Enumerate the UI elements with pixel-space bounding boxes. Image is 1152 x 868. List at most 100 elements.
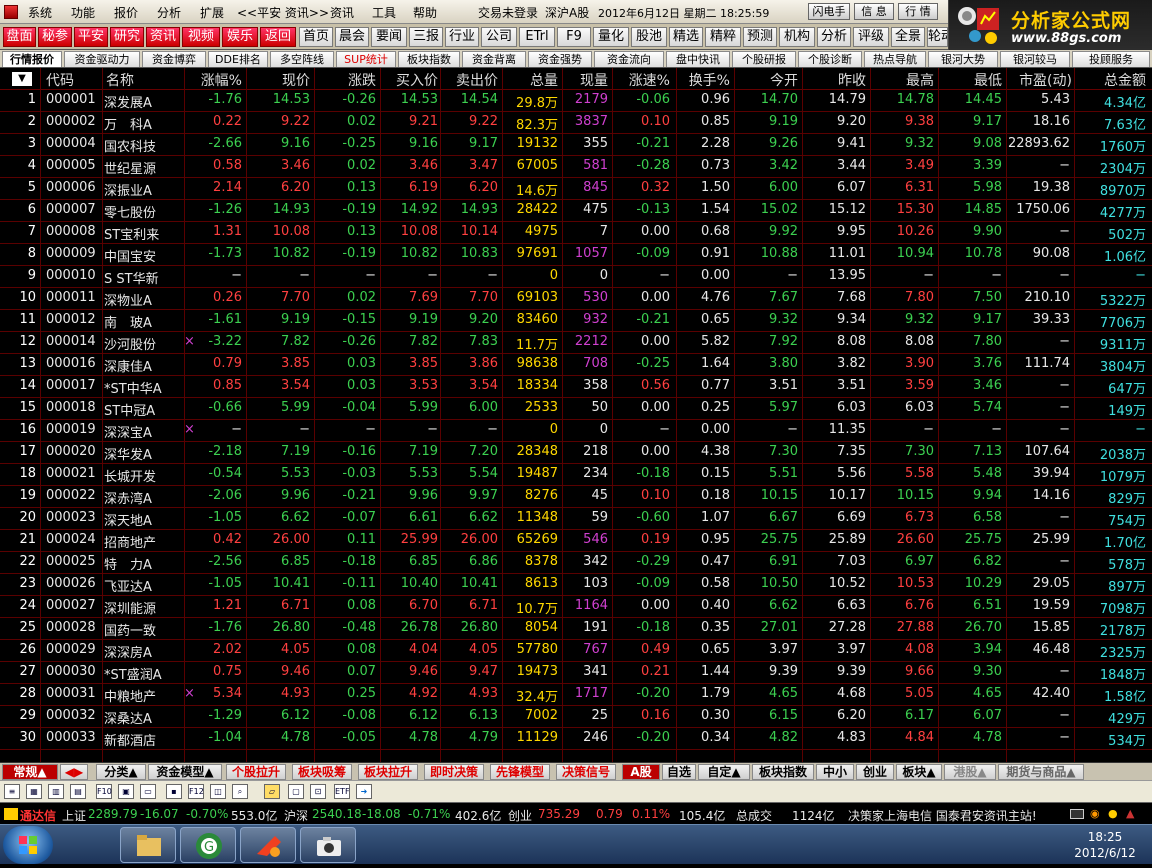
table-row[interactable]: 6 000007 零七股份 -1.26 14.93 -0.19 14.92 14.93 2842… <box>0 200 1152 222</box>
table-row[interactable]: 18 000021 长城开发 -0.54 5.53 -0.03 5.53 5.54 19487 2… <box>0 464 1152 486</box>
table-row[interactable]: 25 000028 国药一致 -1.76 26.80 -0.48 26.78 26.80 805… <box>0 618 1152 640</box>
tab-sup-stats[interactable]: SUP统计 <box>336 51 396 67</box>
table-row[interactable]: 1 000001 深发展A -1.76 14.53 -0.26 14.53 14.54 29.8… <box>0 90 1152 112</box>
menu-tools[interactable]: 工具 <box>372 4 396 21</box>
info-button[interactable]: 信 息 <box>854 3 894 20</box>
table-row[interactable]: 8 000009 中国宝安 -1.73 10.82 -0.19 10.82 10.83 9769… <box>0 244 1152 266</box>
btab-scroll-arrows[interactable]: ◀▶ <box>60 764 88 780</box>
toolbar-research[interactable]: 研究 <box>110 27 144 47</box>
taskbar-camera[interactable] <box>300 827 356 863</box>
tab-stock-diagnosis[interactable]: 个股诊断 <box>798 51 862 67</box>
col-turnover[interactable]: 换手% <box>680 70 730 89</box>
table-row[interactable]: 10 000011 深物业A 0.26 7.70 0.02 7.69 7.70 69103 530… <box>0 288 1152 310</box>
table-row[interactable]: 29 000032 深桑达A -1.29 6.12 -0.08 6.12 6.13 7002 25… <box>0 706 1152 728</box>
toolbar-company[interactable]: 公司 <box>481 27 517 47</box>
col-pe[interactable]: 市盈(动) <box>1006 70 1072 89</box>
alarm-icon[interactable]: ▲ <box>1126 807 1134 820</box>
toolbar-morning[interactable]: 晨会 <box>335 27 369 47</box>
col-price[interactable]: 现价 <box>262 70 310 89</box>
tab-sector-index[interactable]: 板块指数 <box>398 51 460 67</box>
tab-capital-drive[interactable]: 资金驱动力 <box>64 51 140 67</box>
tab-capital-strong[interactable]: 资金强势 <box>528 51 592 67</box>
table-row[interactable]: 13 000016 深康佳A 0.79 3.85 0.03 3.85 3.86 98638 708… <box>0 354 1152 376</box>
btab-sector-index[interactable]: 板块指数 <box>752 764 814 780</box>
col-low[interactable]: 最低 <box>954 70 1002 89</box>
col-prev-close[interactable]: 昨收 <box>818 70 866 89</box>
tab-advisor[interactable]: 投顾服务 <box>1072 51 1150 67</box>
btab-sme[interactable]: 中小 <box>816 764 854 780</box>
menu-analysis[interactable]: 分析 <box>157 4 181 21</box>
logo-url[interactable]: www.88gs.com <box>1011 31 1121 46</box>
menu-system[interactable]: 系统 <box>28 4 52 21</box>
zoom-icon[interactable]: ⌕ <box>232 784 248 799</box>
col-code[interactable]: 代码 <box>46 70 74 89</box>
list-icon[interactable]: ≡ <box>4 784 20 799</box>
menu-help[interactable]: 帮助 <box>413 4 437 21</box>
toolbar-select[interactable]: 精选 <box>669 27 703 47</box>
table-row[interactable]: 30 000033 新都酒店 -1.04 4.78 -0.05 4.78 4.79 11129 2… <box>0 728 1152 750</box>
toolbar-analysis[interactable]: 分析 <box>817 27 851 47</box>
table-row[interactable]: 23 000026 飞亚达A -1.05 10.41 -0.11 10.40 10.41 861… <box>0 574 1152 596</box>
folder-icon[interactable]: ▱ <box>264 784 280 799</box>
col-amount[interactable]: 总金额 <box>1090 70 1146 89</box>
toolbar-quant[interactable]: 量化 <box>593 27 629 47</box>
col-ask[interactable]: 卖出价 <box>440 70 498 89</box>
tab-galaxy-horse[interactable]: 银河较马 <box>1000 51 1070 67</box>
btab-custom[interactable]: 自定▲ <box>698 764 750 780</box>
toolbar-rating[interactable]: 评级 <box>853 27 889 47</box>
flash-button[interactable]: 闪电手 <box>808 3 850 20</box>
toolbar-home[interactable]: 首页 <box>299 27 333 47</box>
toolbar-panorama[interactable]: 全景 <box>891 27 925 47</box>
menu-extend[interactable]: 扩展 <box>200 4 224 21</box>
table-row[interactable]: 12 000014 沙河股份 × -3.22 7.82 -0.26 7.82 7.83 11.7万… <box>0 332 1152 354</box>
news-ticker[interactable]: 决策家上海电信 国泰君安资讯主站! <box>848 807 1037 824</box>
menu-function[interactable]: 功能 <box>71 4 95 21</box>
cy-label[interactable]: 创业 <box>508 807 532 824</box>
table-row[interactable]: 7 000008 ST宝利来 1.31 10.08 0.13 10.08 10.14 4975 7… <box>0 222 1152 244</box>
taskbar-browser[interactable] <box>240 827 296 863</box>
toolbar-rotation[interactable]: 轮动 <box>927 27 948 47</box>
toolbar-essence[interactable]: 精粹 <box>705 27 741 47</box>
col-name[interactable]: 名称 <box>106 70 134 89</box>
table-row[interactable]: 2 000002 万 科A 0.22 9.22 0.02 9.21 9.22 82.3万 3837… <box>0 112 1152 134</box>
toolbar-video[interactable]: 视频 <box>182 27 220 47</box>
table-row[interactable]: 20 000023 深天地A -1.05 6.62 -0.07 6.61 6.62 11348 5… <box>0 508 1152 530</box>
tab-galaxy-trend[interactable]: 银河大势 <box>928 51 998 67</box>
table-row[interactable]: 28 000031 中粮地产 × 5.34 4.93 0.25 4.92 4.93 32.4万 17… <box>0 684 1152 706</box>
btab-capital-model[interactable]: 资金模型▲ <box>148 764 222 780</box>
f12-icon[interactable]: F12 <box>188 784 204 799</box>
sz-label[interactable]: 沪深 <box>284 807 308 824</box>
kline-icon[interactable]: ▤ <box>70 784 86 799</box>
toolbar-pan-mian[interactable]: 盘面 <box>3 27 36 47</box>
note-icon[interactable]: ▪ <box>166 784 182 799</box>
tab-quotes[interactable]: 行情报价 <box>2 51 62 67</box>
toolbar-news[interactable]: 资讯 <box>146 27 180 47</box>
table-row[interactable]: 4 000005 世纪星源 0.58 3.46 0.02 3.46 3.47 67005 581 -… <box>0 156 1152 178</box>
btab-chinext[interactable]: 创业 <box>856 764 894 780</box>
window-icon[interactable]: ▢ <box>288 784 304 799</box>
grid-icon[interactable]: ▦ <box>26 784 42 799</box>
taskbar-explorer[interactable] <box>120 827 176 863</box>
table-row[interactable]: 11 000012 南 玻A -1.61 9.19 -0.15 9.19 9.20 83460 9… <box>0 310 1152 332</box>
tab-flash-news[interactable]: 盘中快讯 <box>666 51 730 67</box>
table-row[interactable]: 9 000010 S ST华新 − − − − − 0 0 − 0.00 − 13.95 − − − − <box>0 266 1152 288</box>
taskbar-tdx[interactable]: G <box>180 827 236 863</box>
btab-category[interactable]: 分类▲ <box>96 764 146 780</box>
toolbar-etrl[interactable]: ETrl <box>519 27 555 47</box>
system-clock[interactable]: 18:25 2012/6/12 <box>1062 829 1148 861</box>
menu-pingan-info[interactable]: <<平安 资讯>> <box>237 4 329 21</box>
tab-dde-rank[interactable]: DDE排名 <box>208 51 268 67</box>
btab-sector[interactable]: 板块▲ <box>896 764 942 780</box>
col-change[interactable]: 涨跌 <box>328 70 376 89</box>
btab-hk[interactable]: 港股▲ <box>944 764 996 780</box>
btab-decision-signal[interactable]: 决策信号 <box>556 764 616 780</box>
btab-watchlist[interactable]: 自选 <box>662 764 696 780</box>
col-open[interactable]: 今开 <box>754 70 798 89</box>
col-change-pct[interactable]: 涨幅% <box>196 70 242 89</box>
toolbar-forecast[interactable]: 预测 <box>743 27 777 47</box>
report-icon[interactable]: ▣ <box>118 784 134 799</box>
menu-quote[interactable]: 报价 <box>114 4 138 21</box>
app-icon[interactable] <box>4 5 18 19</box>
arrow-icon[interactable]: ➜ <box>356 784 372 799</box>
start-button[interactable] <box>3 826 53 864</box>
